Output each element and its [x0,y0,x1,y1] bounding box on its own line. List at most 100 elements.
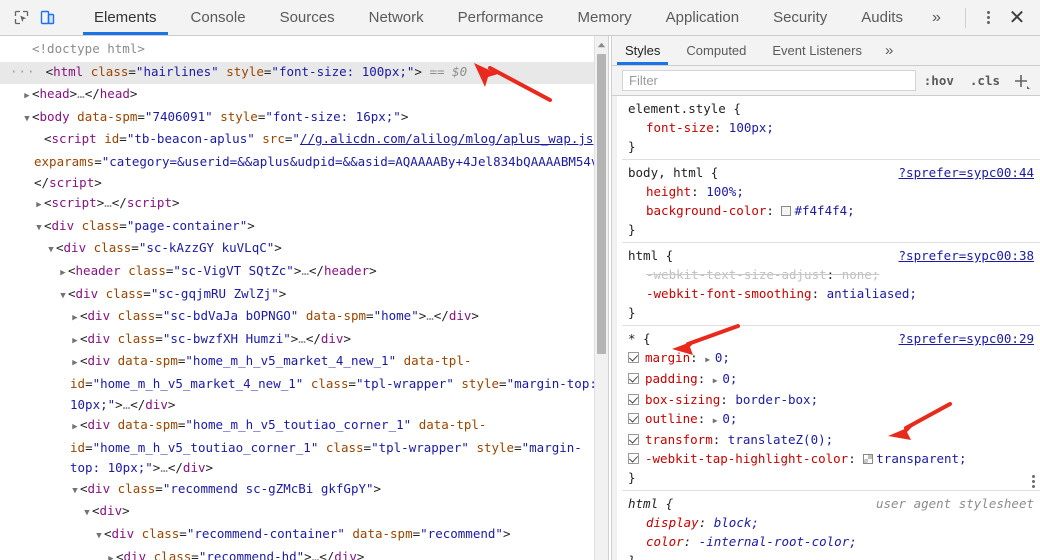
panel-tab-sources[interactable]: Sources [263,0,352,35]
chevron-right-icon[interactable]: ▶ [70,331,80,352]
css-declaration[interactable]: color: -internal-root-color; [622,532,1040,551]
chevron-right-icon[interactable]: ▶ [70,417,80,438]
css-rule[interactable]: html {user agent stylesheet display: bloc… [622,491,1040,560]
styles-tab-styles[interactable]: Styles [612,36,673,65]
css-rule[interactable]: html {?sprefer=sypc00:38 -webkit-text-siz… [622,243,1040,326]
panel-tab-elements[interactable]: Elements [77,0,174,35]
css-declaration[interactable]: box-sizing: border-box; [622,390,1040,409]
dom-node-row[interactable]: ▼ <div class="recommend-container" data-s… [0,524,608,547]
css-property-value[interactable]: block; [714,515,759,530]
css-property-value[interactable]: transparent; [876,451,966,466]
dom-node-row[interactable]: ▼ <div class="sc-kAzzGY kuVLqC"> [0,238,608,261]
css-property-value[interactable]: translateZ(0); [728,432,833,447]
chevron-right-icon[interactable]: ▶ [70,308,80,329]
css-selector[interactable]: body, html { [628,163,718,182]
css-declaration[interactable]: -webkit-tap-highlight-color: transparent… [622,449,1040,468]
css-property-name[interactable]: -webkit-text-size-adjust [646,267,827,282]
dom-node-row-selected[interactable]: ··· <html class="hairlines" style="font-… [0,61,608,85]
css-property-name[interactable]: background-color [646,203,766,218]
css-declaration[interactable]: padding: ▶ 0; [622,369,1040,390]
panel-tab-security[interactable]: Security [756,0,844,35]
chevron-right-icon[interactable]: ▶ [106,549,116,560]
panel-tab-console[interactable]: Console [174,0,263,35]
chevron-down-icon[interactable]: ▼ [82,503,92,524]
css-property-value[interactable]: 0; [715,350,730,365]
chevron-right-icon[interactable]: ▶ [34,195,44,216]
css-property-name[interactable]: -webkit-tap-highlight-color [645,451,848,466]
dom-tree-scrollbar-thumb[interactable] [597,54,606,354]
chevron-down-icon[interactable]: ▼ [94,526,104,547]
css-property-name[interactable]: transform [645,432,713,447]
color-swatch[interactable] [863,454,874,464]
element-classes-button[interactable]: .cls [962,73,1008,88]
chevron-down-icon[interactable]: ▼ [58,286,68,307]
styles-tab-event-listeners[interactable]: Event Listeners [759,36,875,65]
close-icon[interactable]: ✕ [1002,4,1032,32]
css-declaration[interactable]: font-size: 100px; [622,118,1040,137]
dom-node-row[interactable]: <script id="tb-beacon-aplus" src="//g.al… [0,129,608,193]
chevron-down-icon[interactable]: ▼ [22,109,32,130]
dom-node-row[interactable]: ▼ <div class="page-container"> [0,216,608,239]
source-link[interactable]: //g.alicdn.com/alilog/mlog/aplus_wap.js [300,131,594,146]
css-rule[interactable]: body, html { ?sprefer=sypc00:44 height: 10… [622,160,1040,243]
stylesheet-source-link[interactable]: ?sprefer=sypc00:44 [899,163,1034,182]
chevron-down-icon[interactable]: ▼ [70,481,80,502]
dom-node-row[interactable]: ▶ <script>…</script> [0,193,608,216]
dom-node-row[interactable]: ▶ <head>…</head> [0,84,608,107]
css-property-value[interactable]: none; [842,267,880,282]
scroll-up-arrow-icon[interactable] [595,38,608,51]
css-declaration[interactable]: background-color: #f4f4f4; [622,201,1040,220]
css-property-name[interactable]: font-size [646,120,714,135]
css-declaration[interactable]: outline: ▶ 0; [622,409,1040,430]
css-selector[interactable]: html { [628,246,673,265]
css-property-name[interactable]: height [646,184,691,199]
dom-node-row[interactable]: <!doctype html> [0,39,608,62]
dom-node-row[interactable]: ▶ <div class="sc-bdVaJa bOPNGO" data-spm=… [0,306,608,329]
dom-node-row[interactable]: ▶ <div class="sc-bwzfXH Humzi">…</div> [0,329,608,352]
dom-node-row[interactable]: ▶ <div data-spm="home_m_h_v5_toutiao_corn… [0,415,608,479]
css-property-value[interactable]: antialiased; [827,286,917,301]
panel-tab-memory[interactable]: Memory [561,0,649,35]
css-selector[interactable]: * { [628,329,651,348]
dom-node-row[interactable]: ▼ <div class="recommend sc-gZMcBi gkfGpY"… [0,479,608,502]
css-property-value[interactable]: 0; [722,371,737,386]
css-property-value[interactable]: 0; [722,411,737,426]
stylesheet-source-link[interactable]: ?sprefer=sypc00:29 [899,329,1034,348]
expand-shorthand-icon[interactable]: ▶ [713,371,723,390]
css-declaration[interactable]: transform: translateZ(0); [622,430,1040,449]
expand-shorthand-icon[interactable]: ▶ [713,411,723,430]
css-property-name[interactable]: margin [645,350,690,365]
declaration-enabled-checkbox[interactable] [628,413,639,424]
styles-tab-computed[interactable]: Computed [673,36,759,65]
css-declaration[interactable]: display: block; [622,513,1040,532]
inspect-cursor-icon[interactable] [8,5,34,31]
css-declaration[interactable]: height: 100%; [622,182,1040,201]
dom-node-row[interactable]: ▼ <body data-spm="7406091" style="font-si… [0,107,608,130]
css-property-name[interactable]: outline [645,411,698,426]
css-selector[interactable]: element.style { [628,99,741,118]
chevron-down-icon[interactable]: ▼ [34,218,44,239]
dom-node-row[interactable]: ▶ <header class="sc-VigVT SQtZc">…</heade… [0,261,608,284]
chevron-right-icon[interactable]: ▶ [58,263,68,284]
css-declaration[interactable]: -webkit-text-size-adjust: none; [622,265,1040,284]
toggle-element-state-button[interactable]: :hov [916,73,962,88]
declaration-enabled-checkbox[interactable] [628,373,639,384]
css-property-name[interactable]: padding [645,371,698,386]
css-property-value[interactable]: -internal-root-color; [699,534,857,549]
css-property-value[interactable]: border-box; [735,392,818,407]
dom-node-row[interactable]: ▼ <div> [0,501,608,524]
stylesheet-source-link[interactable]: ?sprefer=sypc00:38 [899,246,1034,265]
css-declaration[interactable]: -webkit-font-smoothing: antialiased; [622,284,1040,303]
rule-overflow-menu-icon[interactable] [1032,475,1035,488]
more-panels-icon[interactable]: » [920,0,953,35]
more-styles-tabs-icon[interactable]: » [875,36,903,65]
color-swatch[interactable] [781,206,792,216]
styles-filter-input[interactable] [622,70,916,91]
device-toolbar-icon[interactable] [34,5,60,31]
plus-icon[interactable] [1008,71,1034,91]
css-property-name[interactable]: color [646,534,684,549]
declaration-enabled-checkbox[interactable] [628,434,639,445]
dom-node-row[interactable]: ▶ <div data-spm="home_m_h_v5_market_4_new… [0,351,608,415]
dom-tree[interactable]: <!doctype html> ··· <html class="hairline… [0,36,608,560]
dom-node-row[interactable]: ▼ <div class="sc-gqjmRU ZwlZj"> [0,284,608,307]
